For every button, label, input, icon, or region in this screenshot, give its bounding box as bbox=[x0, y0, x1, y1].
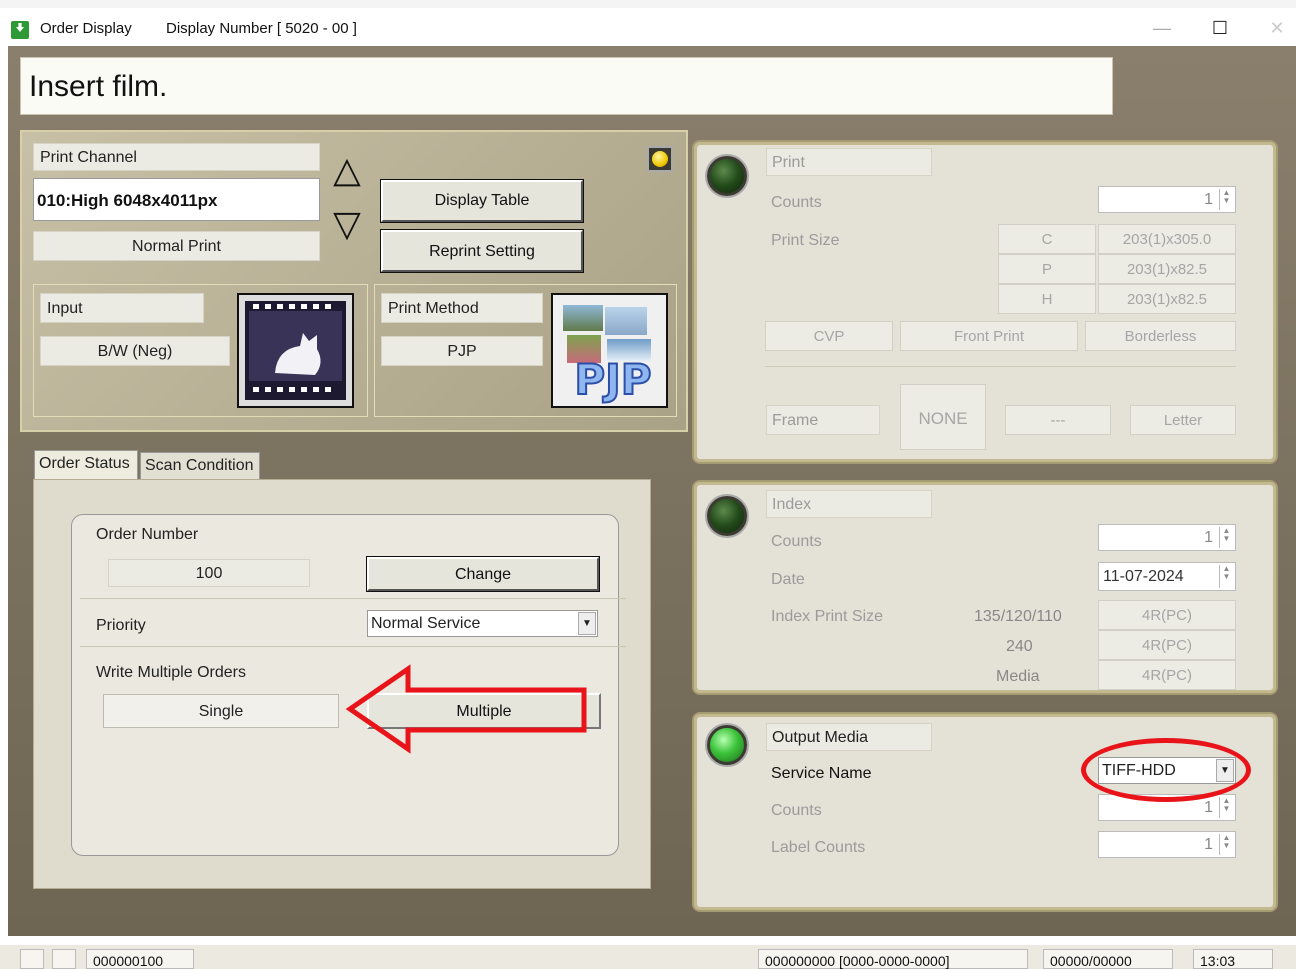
input-label: Input bbox=[40, 293, 204, 323]
input-value: B/W (Neg) bbox=[40, 336, 230, 366]
annotation-circle bbox=[1081, 738, 1251, 802]
film-cat-icon bbox=[245, 301, 346, 400]
spinner-icon: ▲ ▼ bbox=[1219, 797, 1233, 818]
front-print-button[interactable]: Front Print bbox=[900, 321, 1078, 351]
divider bbox=[80, 598, 626, 599]
index-size-key: Media bbox=[996, 668, 1040, 685]
print-size-value: 203(1)x305.0 bbox=[1098, 224, 1236, 254]
channel-up-button[interactable]: △ bbox=[328, 150, 366, 190]
label-counts-field[interactable]: 1 ▲ ▼ bbox=[1098, 831, 1236, 858]
print-size-key: P bbox=[998, 254, 1096, 284]
tab-scan-condition[interactable]: Scan Condition bbox=[140, 452, 260, 480]
divider bbox=[765, 366, 1236, 367]
chevron-down-icon: ▼ bbox=[578, 612, 596, 635]
print-mode-label: Normal Print bbox=[33, 231, 320, 261]
index-date-label: Date bbox=[771, 571, 805, 588]
display-number: Display Number [ 5020 - 00 ] bbox=[166, 20, 357, 37]
spinner-icon: ▲ ▼ bbox=[1219, 565, 1233, 588]
status-time: 13:03 bbox=[1193, 949, 1273, 969]
output-media-title: Output Media bbox=[766, 723, 932, 751]
service-name-label: Service Name bbox=[771, 765, 872, 782]
index-size-key: 135/120/110 bbox=[974, 608, 1062, 625]
cvp-button[interactable]: CVP bbox=[765, 321, 893, 351]
print-channel-label: Print Channel bbox=[33, 143, 320, 171]
frame-none-button[interactable]: NONE bbox=[900, 384, 986, 450]
print-size-value: 203(1)x82.5 bbox=[1098, 254, 1236, 284]
print-size-label: Print Size bbox=[771, 232, 840, 249]
print-size-key: H bbox=[998, 284, 1096, 314]
priority-select[interactable]: Normal Service ▼ bbox=[367, 610, 598, 637]
film-button[interactable] bbox=[237, 293, 354, 408]
index-size-value: 4R(PC) bbox=[1098, 630, 1236, 660]
display-table-button[interactable]: Display Table bbox=[380, 179, 584, 223]
index-counts-label: Counts bbox=[771, 533, 822, 550]
status-cell bbox=[20, 949, 44, 969]
print-channel-field[interactable]: 010:High 6048x4011px bbox=[33, 178, 320, 221]
status-range: 000000000 [0000-0000-0000] bbox=[758, 949, 1028, 969]
reprint-setting-button[interactable]: Reprint Setting bbox=[380, 229, 584, 273]
close-button[interactable]: ✕ bbox=[1262, 18, 1292, 44]
print-counts-label: Counts bbox=[771, 194, 822, 211]
status-order-number: 000000100 bbox=[86, 949, 194, 969]
print-size-key: C bbox=[998, 224, 1096, 254]
index-date-value: 11-07-2024 bbox=[1103, 568, 1184, 585]
spinner-icon: ▲ ▼ bbox=[1219, 189, 1233, 210]
print-size-value: 203(1)x82.5 bbox=[1098, 284, 1236, 314]
print-counts-value: 1 bbox=[1204, 191, 1213, 208]
title-bar: Order Display Display Number [ 5020 - 00… bbox=[0, 0, 1296, 46]
maximize-button[interactable]: ☐ bbox=[1205, 18, 1235, 44]
change-button[interactable]: Change bbox=[366, 556, 600, 592]
label-counts-label: Label Counts bbox=[771, 839, 866, 856]
priority-label: Priority bbox=[96, 617, 146, 634]
output-counts-label: Counts bbox=[771, 802, 822, 819]
index-led-icon bbox=[707, 496, 747, 536]
pjp-photos-icon bbox=[563, 305, 603, 331]
borderless-button[interactable]: Borderless bbox=[1085, 321, 1236, 351]
index-counts-field[interactable]: 1 ▲ ▼ bbox=[1098, 524, 1236, 551]
spinner-icon: ▲ ▼ bbox=[1219, 527, 1233, 548]
order-number-value: 100 bbox=[108, 559, 310, 587]
window-title: Order Display bbox=[40, 20, 132, 37]
frame-label: Frame bbox=[766, 405, 880, 435]
index-print-size-label: Index Print Size bbox=[771, 608, 884, 625]
annotation-arrow bbox=[345, 664, 587, 754]
tab-order-status[interactable]: Order Status bbox=[34, 450, 138, 480]
output-led-icon bbox=[707, 725, 747, 765]
single-button[interactable]: Single bbox=[103, 694, 339, 728]
index-panel-title: Index bbox=[766, 490, 932, 518]
print-panel-title: Print bbox=[766, 148, 932, 176]
print-method-value: PJP bbox=[381, 336, 543, 366]
pjp-button[interactable]: PJP bbox=[551, 293, 668, 408]
message-bar: Insert film. bbox=[20, 57, 1113, 115]
status-bar: 000000100 000000000 [0000-0000-0000] 000… bbox=[0, 945, 1296, 969]
output-counts-value: 1 bbox=[1204, 799, 1213, 816]
index-size-value: 4R(PC) bbox=[1098, 600, 1236, 630]
pjp-logo-text: PJP bbox=[573, 354, 652, 405]
write-multiple-label: Write Multiple Orders bbox=[96, 664, 246, 681]
status-frames: 00000/00000 bbox=[1043, 949, 1173, 969]
frame-letter-field: Letter bbox=[1130, 405, 1236, 435]
print-led-icon bbox=[707, 156, 747, 196]
divider bbox=[80, 646, 626, 647]
index-size-key: 240 bbox=[1006, 638, 1033, 655]
print-method-label: Print Method bbox=[381, 293, 543, 323]
minimize-button[interactable]: — bbox=[1147, 18, 1177, 44]
index-counts-value: 1 bbox=[1204, 529, 1213, 546]
status-indicator-icon bbox=[647, 146, 673, 172]
print-counts-field[interactable]: 1 ▲ ▼ bbox=[1098, 186, 1236, 213]
label-counts-value: 1 bbox=[1204, 836, 1213, 853]
status-cell bbox=[52, 949, 76, 969]
index-size-value: 4R(PC) bbox=[1098, 660, 1236, 690]
priority-select-value: Normal Service bbox=[371, 615, 481, 632]
spinner-icon: ▲ ▼ bbox=[1219, 834, 1233, 855]
app-icon bbox=[11, 21, 29, 39]
order-number-label: Order Number bbox=[96, 526, 199, 543]
channel-down-button[interactable]: ▽ bbox=[328, 204, 366, 244]
index-date-field[interactable]: 11-07-2024 ▲ ▼ bbox=[1098, 562, 1236, 591]
frame-dash-field: --- bbox=[1005, 405, 1111, 435]
